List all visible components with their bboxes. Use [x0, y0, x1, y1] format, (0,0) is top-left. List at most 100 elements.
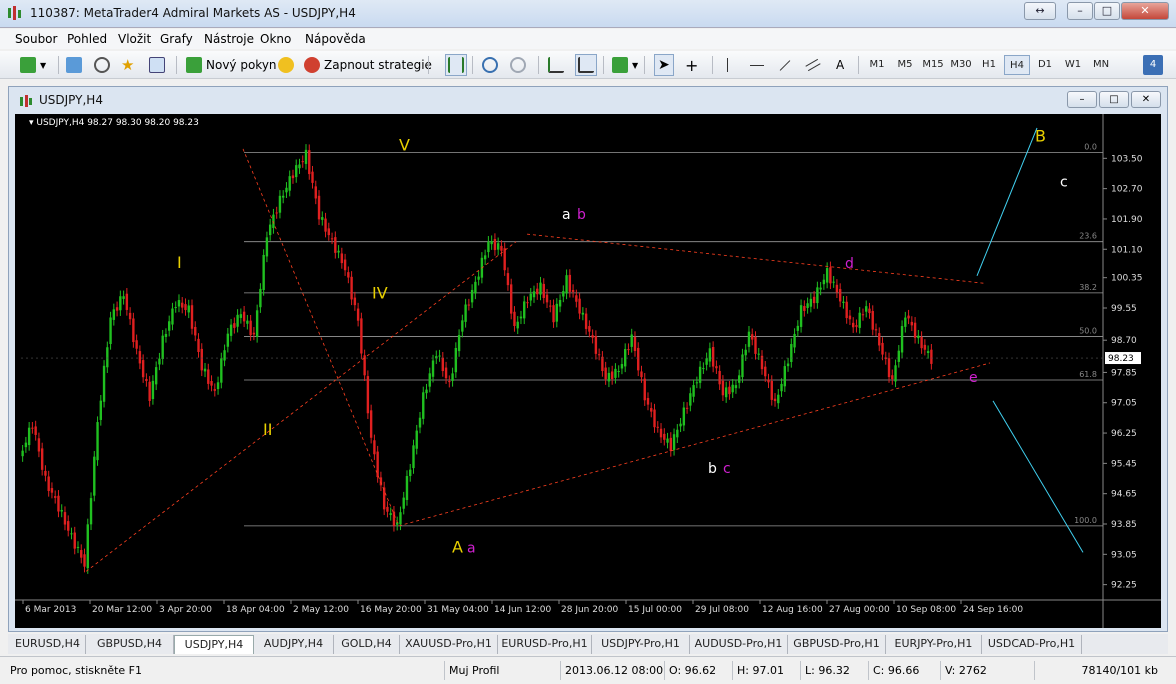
candle-body	[796, 325, 800, 331]
symbol-tab[interactable]: XAUUSD-Pro,H1	[400, 635, 498, 654]
zoom-in-button[interactable]	[482, 54, 502, 76]
bar-chart-button[interactable]	[445, 54, 467, 76]
timeframe-m30[interactable]: M30	[948, 55, 974, 75]
timeframe-d1[interactable]: D1	[1032, 55, 1058, 75]
candle-body	[555, 303, 558, 322]
symbol-tab[interactable]: GOLD,H4	[334, 635, 400, 654]
status-datetime: 2013.06.12 08:00	[560, 661, 664, 680]
text-tool-button[interactable]: A	[836, 54, 844, 76]
timeframe-mn[interactable]: MN	[1088, 55, 1114, 75]
candle-body	[268, 224, 272, 236]
candle-body	[640, 371, 643, 378]
menu-nastroje[interactable]: Nástroje	[204, 32, 254, 46]
candle-body	[145, 378, 148, 382]
menu-vlozit[interactable]: Vložit	[118, 32, 151, 46]
menu-napoveda[interactable]: Nápověda	[305, 32, 366, 46]
candle-body	[112, 309, 116, 320]
candle-body	[86, 524, 89, 569]
candle-body	[653, 409, 656, 428]
symbol-tab[interactable]: GBPUSD-Pro,H1	[788, 635, 886, 654]
new-chart-button[interactable]: ▼	[20, 54, 46, 76]
symbol-tab[interactable]: USDJPY-Pro,H1	[592, 635, 690, 654]
symbol-tab[interactable]: EURUSD-Pro,H1	[498, 635, 592, 654]
candle-body	[897, 350, 900, 362]
timeframe-m15[interactable]: M15	[920, 55, 946, 75]
symbol-tab[interactable]: EURJPY-Pro,H1	[886, 635, 982, 654]
symbol-tab[interactable]: EURUSD,H4	[10, 635, 86, 654]
x-tick-label: 28 Jun 20:00	[561, 605, 618, 615]
badge[interactable]: 4	[1143, 55, 1163, 75]
candle-body	[724, 387, 728, 398]
candle-body	[21, 450, 24, 457]
terminal-button[interactable]	[149, 54, 169, 76]
symbol-tab[interactable]: AUDJPY,H4	[254, 635, 334, 654]
candle-body	[63, 512, 67, 525]
symbol-tab[interactable]: GBPUSD,H4	[86, 635, 174, 654]
zoom-out-button[interactable]	[510, 54, 530, 76]
profiles-button[interactable]	[66, 54, 86, 76]
minimize-button[interactable]: –	[1067, 2, 1093, 20]
candle-body	[216, 382, 220, 390]
candle-body	[141, 360, 145, 378]
maximize-button[interactable]: □	[1094, 2, 1120, 20]
menu-pohled[interactable]: Pohled	[67, 32, 107, 46]
vertical-line-button[interactable]	[727, 54, 728, 76]
price-chart[interactable]: ▾ USDJPY,H4 98.27 98.30 98.20 98.23 0.0 23…	[15, 114, 1161, 628]
symbol-tab[interactable]: USDJPY,H4	[174, 635, 254, 654]
horizontal-line-button[interactable]	[750, 54, 764, 76]
symbol-tab[interactable]: USDCAD-Pro,H1	[982, 635, 1082, 654]
candle-body	[119, 296, 122, 311]
wave-label: c	[723, 461, 731, 477]
candle-body	[552, 305, 555, 323]
menu-soubor[interactable]: Soubor	[15, 32, 57, 46]
timeframe-h4[interactable]: H4	[1004, 55, 1030, 75]
menu-okno[interactable]: Okno	[260, 32, 291, 46]
alert-button[interactable]	[278, 54, 298, 76]
x-tick-label: 20 Mar 12:00	[92, 605, 152, 615]
new-order-button[interactable]: Nový pokyn	[186, 54, 277, 76]
chart-close-button[interactable]: ✕	[1131, 91, 1161, 108]
y-tick-label: 101.90	[1111, 215, 1143, 225]
symbol-tab[interactable]: AUDUSD-Pro,H1	[690, 635, 788, 654]
trendline-button[interactable]	[778, 54, 792, 76]
timeframe-w1[interactable]: W1	[1060, 55, 1086, 75]
timeframe-m1[interactable]: M1	[864, 55, 890, 75]
cursor-button[interactable]: ➤	[654, 54, 674, 76]
candle-body	[930, 349, 933, 364]
candle-body	[601, 356, 604, 372]
candle-body	[464, 304, 467, 322]
new-order-label: Nový pokyn	[206, 58, 277, 72]
candle-body	[868, 308, 871, 314]
timeframe-h1[interactable]: H1	[976, 55, 1002, 75]
text-tool-label: A	[836, 58, 845, 72]
wave-label: d	[845, 256, 854, 272]
candle-body	[154, 367, 158, 385]
candle-body	[848, 315, 852, 320]
indicators-button[interactable]: ▼	[612, 54, 638, 76]
candle-body	[917, 335, 920, 339]
separator	[538, 56, 539, 74]
candle-body	[457, 335, 461, 352]
menu-grafy[interactable]: Grafy	[160, 32, 193, 46]
crosshair-navigator-button[interactable]	[94, 54, 114, 76]
chart-maximize-button[interactable]: □	[1099, 91, 1129, 108]
restore-arrows-button[interactable]: ↔	[1024, 2, 1056, 20]
candle-body	[451, 373, 454, 381]
autoscroll-button[interactable]	[575, 54, 597, 76]
chart-minimize-button[interactable]: –	[1067, 91, 1097, 108]
candle-body	[448, 381, 451, 383]
candle-body	[252, 332, 256, 335]
timeframe-m5[interactable]: M5	[892, 55, 918, 75]
candle-body	[584, 313, 588, 329]
autotrading-icon	[304, 57, 320, 73]
chart-shift-button[interactable]	[548, 54, 568, 76]
crosshair-button[interactable]: +	[685, 54, 698, 76]
fib-level-label: 61.8	[1079, 370, 1097, 379]
close-button[interactable]: ✕	[1121, 2, 1169, 20]
candle-body	[718, 370, 721, 385]
favorites-button[interactable]: ★	[121, 54, 141, 76]
autotrading-button[interactable]: Zapnout strategie	[304, 54, 432, 76]
candle-body	[793, 333, 796, 348]
channel-button[interactable]	[805, 54, 821, 76]
candle-body	[83, 554, 86, 567]
